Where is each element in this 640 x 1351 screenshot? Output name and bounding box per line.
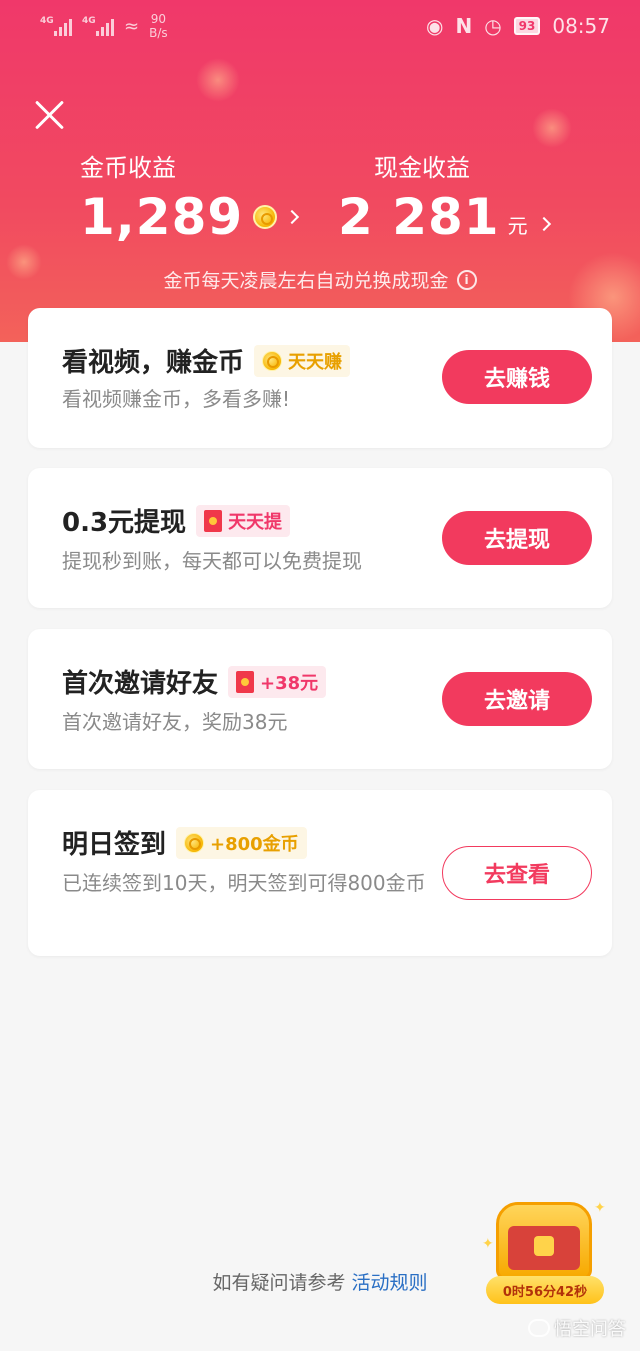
- watermark-text: 悟空问答: [554, 1319, 626, 1340]
- task-tag-text: 天天赚: [288, 351, 343, 373]
- task-subtitle: 提现秒到账，每天都可以免费提现: [62, 549, 362, 573]
- coin-earnings-value: 1,289: [80, 188, 244, 246]
- battery-icon: 93: [513, 17, 541, 35]
- sparkle-icon: ✦: [594, 1200, 606, 1216]
- chevron-right-icon: [285, 209, 300, 225]
- chest-timer: 0时56分42秒: [486, 1276, 604, 1304]
- signal-icon: 4G: [82, 16, 114, 36]
- invite-button[interactable]: 去邀请: [442, 672, 592, 726]
- task-tag-text: +800金币: [210, 833, 299, 855]
- task-card-withdraw: 0.3元提现 天天提 提现秒到账，每天都可以免费提现 去提现: [28, 468, 612, 608]
- coin-icon: [253, 205, 278, 229]
- task-title: 0.3元提现: [62, 508, 187, 538]
- chest-lock-icon: [534, 1236, 554, 1256]
- view-button[interactable]: 去查看: [442, 846, 592, 900]
- status-bar: 4G 4G ≈ 90 B/s ◉ N ◷ 93 08:57: [0, 0, 640, 56]
- clock: 08:57: [552, 14, 610, 38]
- task-subtitle: 看视频赚金币，多看多赚!: [62, 387, 291, 411]
- earnings-header: 4G 4G ≈ 90 B/s ◉ N ◷ 93 08:57 金币收益 1,289: [0, 0, 640, 342]
- task-card-invite: 首次邀请好友 +38元 首次邀请好友，奖励38元 去邀请: [28, 629, 612, 769]
- nfc-icon: N: [455, 14, 473, 38]
- task-tag-text: 天天提: [228, 511, 283, 533]
- coin-earnings[interactable]: 1,289: [80, 188, 300, 246]
- task-card-checkin: 明日签到 +800金币 已连续签到10天，明天签到可得800金币 去查看: [28, 790, 612, 956]
- cash-earnings-value: 2 281: [338, 188, 500, 246]
- task-subtitle: 已连续签到10天，明天签到可得800金币: [62, 871, 426, 895]
- watermark-logo-icon: [528, 1319, 550, 1337]
- task-title: 明日签到: [62, 830, 167, 860]
- info-icon[interactable]: i: [456, 269, 477, 290]
- exchange-note-text: 金币每天凌晨左右自动兑换成现金: [163, 270, 449, 292]
- task-title: 首次邀请好友: [62, 669, 219, 699]
- close-icon[interactable]: [32, 96, 68, 132]
- decorative-bokeh: [532, 108, 572, 148]
- task-tag: 天天提: [196, 504, 291, 537]
- coin-earnings-label: 金币收益: [80, 154, 176, 182]
- treasure-chest[interactable]: ✦ ✦ 0时56分42秒: [482, 1196, 606, 1308]
- cash-earnings-label: 现金收益: [374, 154, 470, 182]
- task-title: 看视频，赚金币: [62, 348, 245, 378]
- watermark: 悟空问答: [528, 1315, 626, 1341]
- cash-unit: 元: [507, 213, 529, 238]
- signal-icon: 4G: [40, 16, 72, 36]
- network-speed: 90 B/s: [149, 12, 168, 40]
- cash-earnings[interactable]: 2 281 元: [338, 188, 551, 246]
- task-tag: +800金币: [176, 826, 307, 859]
- task-tag-text: +38元: [260, 672, 319, 694]
- eye-icon: ◉: [426, 14, 444, 38]
- alarm-icon: ◷: [484, 14, 502, 38]
- task-tag: +38元: [228, 665, 327, 698]
- earn-money-button[interactable]: 去赚钱: [442, 350, 592, 404]
- activity-rules-link[interactable]: 活动规则: [352, 1272, 428, 1294]
- red-envelope-icon: [236, 670, 255, 693]
- coin-icon: [262, 350, 283, 371]
- sparkle-icon: ✦: [482, 1236, 494, 1252]
- wifi-icon: ≈: [124, 15, 140, 37]
- exchange-note: 金币每天凌晨左右自动兑换成现金 i: [0, 266, 640, 293]
- footer-text: 如有疑问请参考: [212, 1272, 346, 1294]
- task-subtitle: 首次邀请好友，奖励38元: [62, 710, 288, 734]
- task-card-watch-video: 看视频，赚金币 天天赚 看视频赚金币，多看多赚! 去赚钱: [28, 308, 612, 448]
- decorative-bokeh: [196, 58, 240, 102]
- chevron-right-icon: [536, 216, 551, 232]
- task-tag: 天天赚: [254, 344, 351, 377]
- coin-icon: [184, 832, 205, 853]
- withdraw-button[interactable]: 去提现: [442, 511, 592, 565]
- red-envelope-icon: [204, 509, 223, 532]
